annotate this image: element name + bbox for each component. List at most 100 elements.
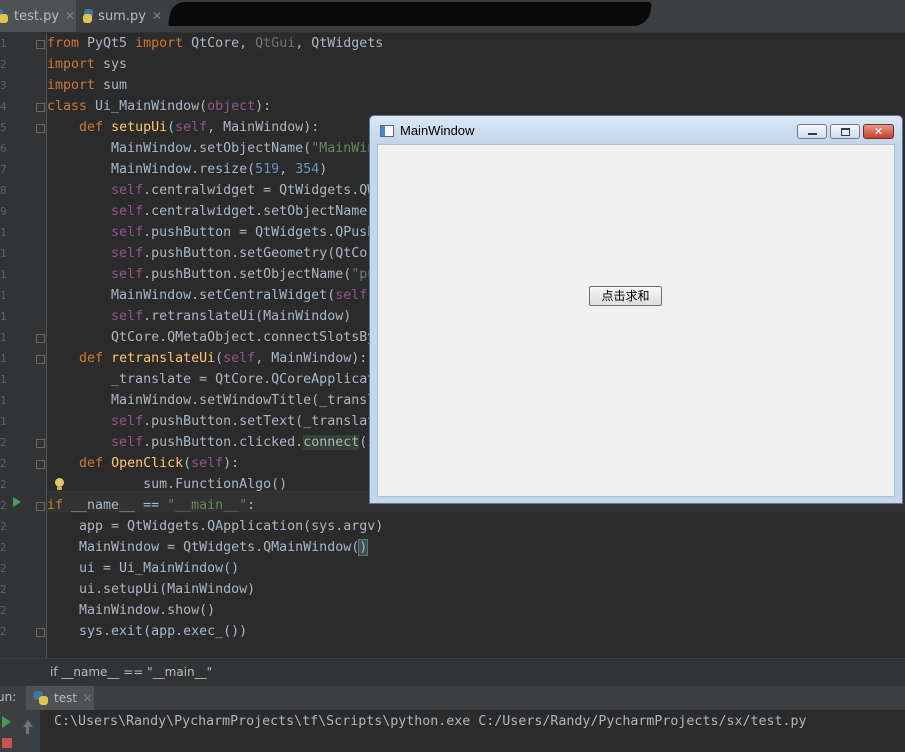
line-number: 16 [0,352,6,365]
code-token: connect [303,435,360,450]
central-widget: 点击求和 [377,144,895,497]
code-token: MainWindow.setWindowTitle(_translate( [47,393,408,408]
close-run-tab-icon[interactable]: ✕ [83,692,92,705]
fold-marker-icon[interactable] [36,460,45,469]
code-token: import [135,36,192,51]
close-tab-icon[interactable]: ✕ [152,9,162,23]
tab-test-py[interactable]: test.py ✕ [0,0,76,32]
code-line: MainWindow = QtWidgets.QMainWindow() [47,537,631,558]
python-file-icon [83,9,94,23]
code-token: object [207,99,256,114]
line-number: 9 [0,205,6,218]
scroll-up-icon-stem [26,726,29,734]
code-line: app = QtWidgets.QApplication(sys.argv) [47,516,631,537]
code-line: class Ui_MainWindow(object): [47,96,631,117]
code-token: class [47,99,96,114]
rerun-icon[interactable] [2,716,11,728]
close-window-button[interactable]: ✕ [863,124,894,139]
code-token: QtCore, [191,36,256,51]
fold-marker-icon[interactable] [36,502,45,511]
code-token: ) [319,162,328,177]
run-console[interactable]: C:\Users\Randy\PycharmProjects\tf\Script… [40,710,905,752]
code-token: QtGui [255,36,296,51]
code-token: 519 [255,162,280,177]
stop-icon[interactable] [2,738,12,748]
line-number: 20 [0,436,6,449]
code-token: MainWindow.resize( [47,162,256,177]
fold-marker-icon[interactable] [36,628,45,637]
window-title: MainWindow [400,123,475,138]
tab-label: sum.py [98,8,146,24]
line-number: 26 [0,562,6,575]
editor-tab-bar: test.py ✕ sum.py ✕ [0,0,905,33]
line-number: 15 [0,331,6,344]
code-token: if [47,498,72,513]
line-number: 13 [0,289,6,302]
line-number: 18 [0,394,6,407]
fold-marker-icon[interactable] [36,439,45,448]
fold-marker-icon[interactable] [36,334,45,343]
window-title-bar[interactable]: MainWindow ✕ [370,116,902,144]
code-token: import [47,57,104,72]
code-token: self [111,246,144,261]
line-number: 23 [0,499,6,512]
line-number: 28 [0,604,6,617]
fold-marker-icon[interactable] [36,103,45,112]
code-token: MainWindow.show() [47,603,216,618]
code-token: , MainWindow): [207,120,320,135]
code-token: ( [167,120,176,135]
code-token: 354 [295,162,320,177]
code-token: from [47,36,88,51]
code-token: sys [103,57,128,72]
line-number: 11 [0,247,6,260]
redaction-scribble [167,2,653,26]
maximize-button[interactable] [830,124,860,139]
code-line: ui = Ui_MainWindow() [47,558,631,579]
code-token: def [79,120,112,135]
close-tab-icon[interactable]: ✕ [65,9,75,23]
run-gutter-icon[interactable] [13,497,21,507]
breadcrumb[interactable]: if __name__ == "__main__" [0,658,905,686]
code-token: self [111,225,144,240]
code-token: setupUi [111,120,168,135]
code-token: MainWindow.setCentralWidget( [47,288,336,303]
line-number: 25 [0,541,6,554]
code-token: .centralwidget.setObjectName( [143,204,376,219]
code-token: ): [223,456,240,471]
code-token: .pushButton.setText(_translate( [143,414,392,429]
code-token: app = QtWidgets.QApplication(sys.argv) [47,519,384,534]
run-tab-test[interactable]: test ✕ [26,686,94,710]
breadcrumb-item[interactable]: if __name__ == "__main__" [0,665,212,679]
console-output: C:\Users\Randy\PycharmProjects\tf\Script… [54,714,807,729]
code-token: self [191,456,224,471]
fold-marker-icon[interactable] [36,355,45,364]
code-token: self [223,351,256,366]
editor-gutter: 1234567891011121314151617181920212223242… [0,33,47,658]
code-token: self [111,309,144,324]
code-token: sum [103,78,128,93]
code-token: .pushButton.clicked. [143,435,304,450]
run-tab-label: test [54,691,78,705]
code-token: OpenClick [111,456,184,471]
code-token: self [111,183,144,198]
minimize-button[interactable] [797,124,827,139]
line-number: 10 [0,226,6,239]
code-token: __name__ == [71,498,168,513]
fold-marker-icon[interactable] [36,40,45,49]
code-token: retranslateUi [111,351,216,366]
qt-main-window[interactable]: MainWindow ✕ 点击求和 [369,115,903,504]
line-number: 27 [0,583,6,596]
sum-push-button[interactable]: 点击求和 [589,286,662,306]
code-token: .retranslateUi(MainWindow) [143,309,352,324]
code-token: def [79,351,112,366]
code-token: : [247,498,256,513]
code-token: sum.FunctionAlgo() [47,477,288,492]
code-token: self [111,204,144,219]
tab-sum-py[interactable]: sum.py ✕ [80,0,162,32]
fold-marker-icon[interactable] [36,124,45,133]
